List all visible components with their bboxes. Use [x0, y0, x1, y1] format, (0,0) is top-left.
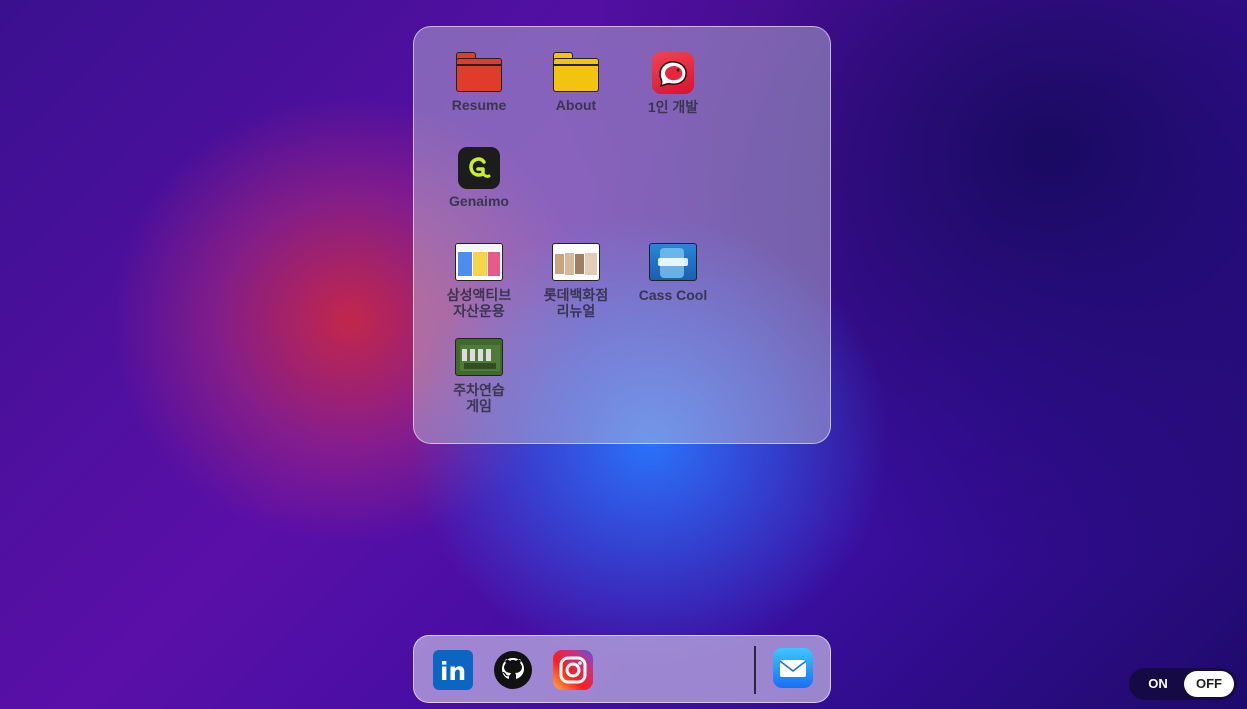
app-label: About	[555, 97, 597, 113]
app-label: 1인 개발	[647, 99, 699, 115]
app-label: 롯데백화점 리뉴얼	[543, 287, 609, 319]
app-label: 삼성액티브 자산운용	[446, 287, 512, 319]
lotte-thumbnail-icon	[552, 241, 600, 283]
mail-link[interactable]	[773, 648, 813, 688]
genaimo-app[interactable]: Genaimo	[431, 147, 527, 209]
app-window: Resume About 1인 개발 Genaimo 삼성액티브 자산운용 롯데…	[413, 26, 831, 444]
on-off-toggle[interactable]: ON OFF	[1129, 668, 1237, 700]
samsung-thumbnail-icon	[455, 241, 503, 283]
solo-dev-app[interactable]: 1인 개발	[625, 51, 721, 115]
app-label: 주차연습 게임	[453, 382, 505, 414]
lotte-renewal-project[interactable]: 롯데백화점 리뉴얼	[528, 241, 624, 319]
linkedin-icon: in	[433, 650, 473, 690]
cass-thumbnail-icon	[649, 241, 697, 283]
dock: in	[413, 635, 831, 703]
svg-text:in: in	[440, 657, 466, 686]
instagram-link[interactable]	[553, 650, 593, 690]
about-folder[interactable]: About	[528, 51, 624, 113]
app-label: Resume	[451, 97, 507, 113]
app-label: Cass Cool	[638, 287, 708, 303]
mail-icon	[773, 648, 813, 688]
instagram-icon	[553, 650, 593, 690]
app-label: Genaimo	[449, 193, 509, 209]
toggle-off-label[interactable]: OFF	[1184, 671, 1234, 697]
linkedin-link[interactable]: in	[433, 650, 473, 690]
github-icon	[494, 651, 532, 689]
folder-icon	[552, 51, 600, 93]
dock-separator	[754, 646, 756, 694]
toggle-on-label[interactable]: ON	[1141, 668, 1175, 700]
resume-folder[interactable]: Resume	[431, 51, 527, 113]
samsung-active-project[interactable]: 삼성액티브 자산운용	[431, 241, 527, 319]
app-icon	[649, 51, 697, 95]
cass-cool-project[interactable]: Cass Cool	[625, 241, 721, 303]
parking-game-project[interactable]: 주차연습 게임	[431, 336, 527, 414]
folder-icon	[455, 51, 503, 93]
github-link[interactable]	[493, 650, 533, 690]
parking-game-thumbnail-icon	[455, 336, 503, 378]
genaimo-icon	[455, 147, 503, 189]
